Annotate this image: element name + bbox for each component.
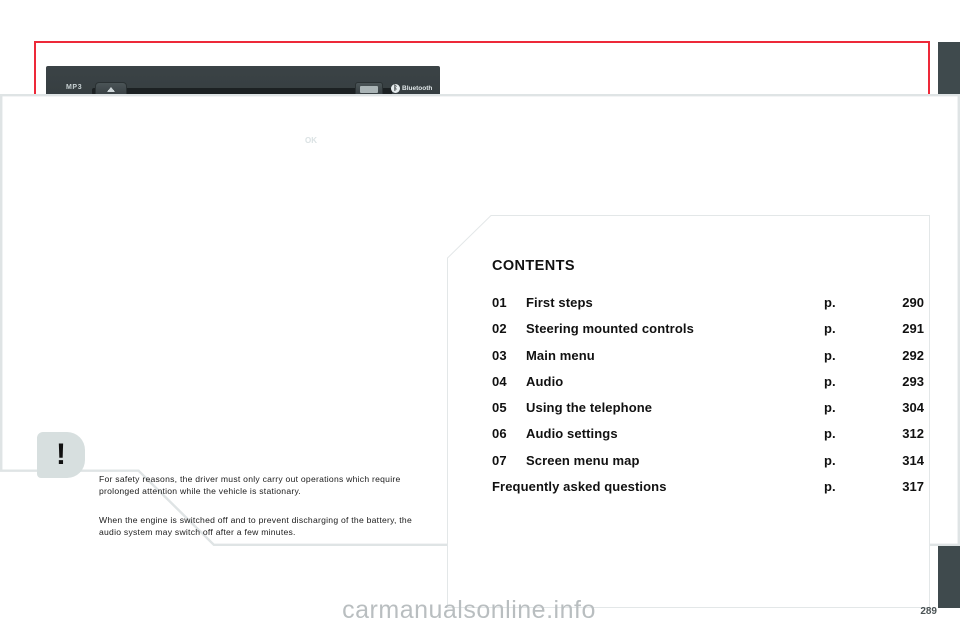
contents-row-page: 304 <box>902 400 924 416</box>
contents-row-page-prefix: p. <box>824 400 836 416</box>
contents-row[interactable]: 06 Audio settings p. 312 <box>492 426 924 452</box>
page-number: 289 <box>920 606 937 617</box>
contents-row[interactable]: 01 First steps p. 290 <box>492 295 924 321</box>
contents-row-number: 07 <box>492 452 507 468</box>
contents-row-number: 01 <box>492 295 507 310</box>
contents-row-page: 293 <box>902 373 924 389</box>
contents-row-page: 290 <box>902 295 924 310</box>
contents-row-page: 291 <box>902 321 924 337</box>
contents-row-page: 317 <box>902 479 924 495</box>
contents-row[interactable]: 04 Audio p. 293 <box>492 374 924 400</box>
contents-heading: CONTENTS <box>492 258 575 274</box>
contents-row-number: 02 <box>492 321 507 337</box>
contents-row-page: 314 <box>902 452 924 468</box>
contents-row-label: Frequently asked questions <box>492 479 667 495</box>
contents-row-label: Screen menu map <box>526 452 640 468</box>
contents-row[interactable]: 02 Steering mounted controls p. 291 <box>492 321 924 347</box>
contents-row-label: Steering mounted controls <box>526 321 694 337</box>
contents-row-page-prefix: p. <box>824 347 836 363</box>
contents-row-label: Main menu <box>526 347 595 363</box>
ok-button[interactable]: OK <box>292 136 330 145</box>
contents-row-number: 05 <box>492 400 507 416</box>
contents-row[interactable]: 05 Using the telephone p. 304 <box>492 400 924 426</box>
contents-row-page: 292 <box>902 347 924 363</box>
contents-row[interactable]: 07 Screen menu map p. 314 <box>492 453 924 479</box>
contents-row-number: 06 <box>492 426 507 442</box>
contents-row-label: Audio settings <box>526 426 618 442</box>
contents-row-faq[interactable]: Frequently asked questions p. 317 <box>492 479 924 505</box>
contents-list: 01 First steps p. 290 02 Steering mounte… <box>492 295 924 505</box>
contents-row-number: 03 <box>492 347 507 363</box>
safety-warning-panel <box>0 0 960 547</box>
contents-row-number: 04 <box>492 373 507 389</box>
safety-warning-text-1: For safety reasons, the driver must only… <box>99 474 401 496</box>
contents-row-page-prefix: p. <box>824 321 836 337</box>
contents-row-page: 312 <box>902 426 924 442</box>
safety-warning-text-2: When the engine is switched off and to p… <box>99 515 412 537</box>
warning-badge: ! <box>37 432 85 478</box>
contents-row-label: First steps <box>526 295 593 310</box>
contents-row-page-prefix: p. <box>824 479 836 495</box>
contents-row-page-prefix: p. <box>824 452 836 468</box>
contents-row-label: Using the telephone <box>526 400 653 416</box>
site-watermark: carmanualsonline.info <box>342 596 596 624</box>
contents-row-page-prefix: p. <box>824 373 836 389</box>
contents-row-page-prefix: p. <box>824 295 836 310</box>
contents-row-page-prefix: p. <box>824 426 836 442</box>
contents-row[interactable]: 03 Main menu p. 292 <box>492 348 924 374</box>
contents-row-label: Audio <box>526 373 564 389</box>
exclamation-icon: ! <box>56 438 66 471</box>
manual-page: MP3 ᛒ Bluetooth 1 4 2 5 3 6 🗎 TA IN <box>0 0 960 640</box>
